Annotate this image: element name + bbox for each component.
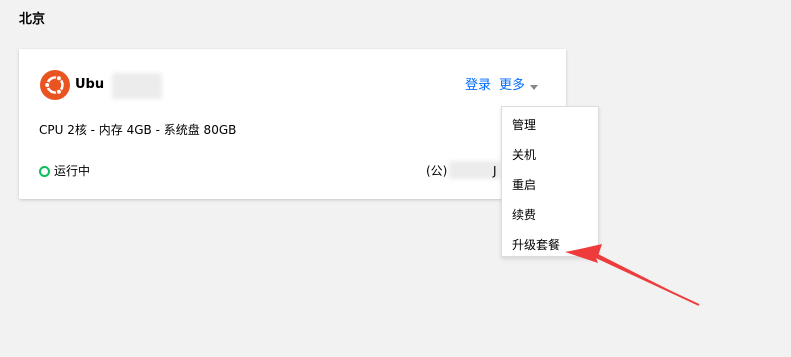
instance-name[interactable]: Ubu xyxy=(75,77,104,93)
more-dropdown-menu: 管理 关机 重启 续费 升级套餐 xyxy=(501,106,599,257)
instance-card: Ubu 登录 更多 CPU 2核 - 内存 4GB - 系统盘 80GB 运行中… xyxy=(19,49,566,199)
menu-item-manage[interactable]: 管理 xyxy=(502,110,598,140)
public-ip-tail: J xyxy=(493,164,497,178)
menu-item-shutdown[interactable]: 关机 xyxy=(502,140,598,170)
instance-specs: CPU 2核 - 内存 4GB - 系统盘 80GB xyxy=(39,123,237,137)
ubuntu-logo-icon xyxy=(40,70,70,100)
status-text: 运行中 xyxy=(54,164,91,178)
instance-status: 运行中 xyxy=(39,163,90,179)
chevron-down-icon[interactable] xyxy=(530,84,538,90)
menu-item-restart[interactable]: 重启 xyxy=(502,170,598,200)
more-link[interactable]: 更多 xyxy=(499,78,525,94)
menu-item-renew[interactable]: 续费 xyxy=(502,200,598,230)
login-link[interactable]: 登录 xyxy=(465,78,491,94)
public-ip-label: (公) xyxy=(426,164,448,178)
instance-actions: 登录 更多 xyxy=(465,78,538,94)
running-status-icon xyxy=(39,165,50,177)
redacted-name-blur xyxy=(112,73,162,99)
region-title: 北京 xyxy=(19,12,46,27)
menu-item-upgrade-plan[interactable]: 升级套餐 xyxy=(502,230,598,260)
